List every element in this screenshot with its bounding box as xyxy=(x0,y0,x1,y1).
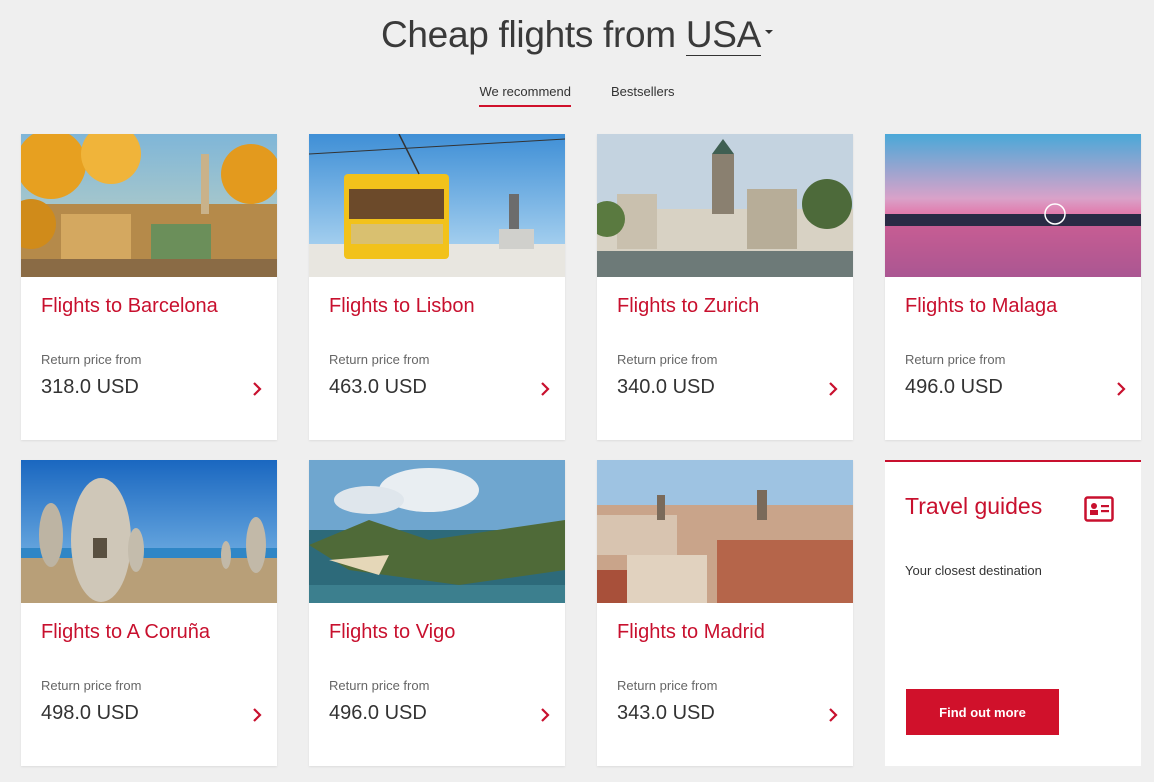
destination-title[interactable]: Flights to Lisbon xyxy=(329,295,475,318)
price-label: Return price from xyxy=(41,678,142,693)
destination-card-a-coruna[interactable]: Flights to A Coruña Return price from 49… xyxy=(21,460,277,766)
price-label: Return price from xyxy=(617,352,718,367)
page-title: Cheap flights from USA xyxy=(0,14,1154,56)
chevron-right-icon[interactable] xyxy=(825,707,841,723)
destination-card-malaga[interactable]: Flights to Malaga Return price from 496.… xyxy=(885,134,1141,440)
price-value: 496.0 USD xyxy=(329,702,427,724)
chevron-right-icon[interactable] xyxy=(1113,381,1129,397)
chevron-right-icon[interactable] xyxy=(825,381,841,397)
travel-guides-subtitle: Your closest destination xyxy=(905,563,1042,578)
chevron-right-icon[interactable] xyxy=(537,707,553,723)
find-out-more-button[interactable]: Find out more xyxy=(906,689,1059,735)
destination-image xyxy=(597,460,853,603)
price-value: 343.0 USD xyxy=(617,702,715,724)
price-value: 496.0 USD xyxy=(905,376,1003,398)
title-prefix: Cheap flights from xyxy=(380,14,686,55)
id-card-icon xyxy=(1084,496,1114,522)
country-label: USA xyxy=(685,14,761,55)
price-label: Return price from xyxy=(329,352,430,367)
destination-card-madrid[interactable]: Flights to Madrid Return price from 343.… xyxy=(597,460,853,766)
destination-title[interactable]: Flights to Malaga xyxy=(905,295,1057,318)
destination-title[interactable]: Flights to Madrid xyxy=(617,621,765,644)
destination-image xyxy=(885,134,1141,277)
tab-we-recommend[interactable]: We recommend xyxy=(479,84,571,107)
destination-title[interactable]: Flights to A Coruña xyxy=(41,621,210,644)
destination-image xyxy=(21,134,277,277)
price-label: Return price from xyxy=(41,352,142,367)
destination-image xyxy=(597,134,853,277)
caret-down-icon[interactable] xyxy=(765,30,773,35)
price-label: Return price from xyxy=(617,678,718,693)
price-value: 463.0 USD xyxy=(329,376,427,398)
tab-bar: We recommend Bestsellers xyxy=(0,84,1154,107)
chevron-right-icon[interactable] xyxy=(249,381,265,397)
price-value: 318.0 USD xyxy=(41,376,139,398)
destination-title[interactable]: Flights to Zurich xyxy=(617,295,759,318)
chevron-right-icon[interactable] xyxy=(537,381,553,397)
travel-guides-card: Travel guides Your closest destination F… xyxy=(885,460,1141,766)
tab-bestsellers[interactable]: Bestsellers xyxy=(611,84,675,107)
destination-title[interactable]: Flights to Barcelona xyxy=(41,295,218,318)
destination-image xyxy=(21,460,277,603)
chevron-right-icon[interactable] xyxy=(249,707,265,723)
country-selector[interactable]: USA xyxy=(685,14,761,56)
travel-guides-title: Travel guides xyxy=(905,493,1043,519)
price-label: Return price from xyxy=(905,352,1006,367)
destination-image xyxy=(309,134,565,277)
destination-image xyxy=(309,460,565,603)
destination-card-lisbon[interactable]: Flights to Lisbon Return price from 463.… xyxy=(309,134,565,440)
price-value: 340.0 USD xyxy=(617,376,715,398)
destination-title[interactable]: Flights to Vigo xyxy=(329,621,455,644)
destination-card-vigo[interactable]: Flights to Vigo Return price from 496.0 … xyxy=(309,460,565,766)
destination-card-barcelona[interactable]: Flights to Barcelona Return price from 3… xyxy=(21,134,277,440)
destination-card-zurich[interactable]: Flights to Zurich Return price from 340.… xyxy=(597,134,853,440)
price-value: 498.0 USD xyxy=(41,702,139,724)
price-label: Return price from xyxy=(329,678,430,693)
